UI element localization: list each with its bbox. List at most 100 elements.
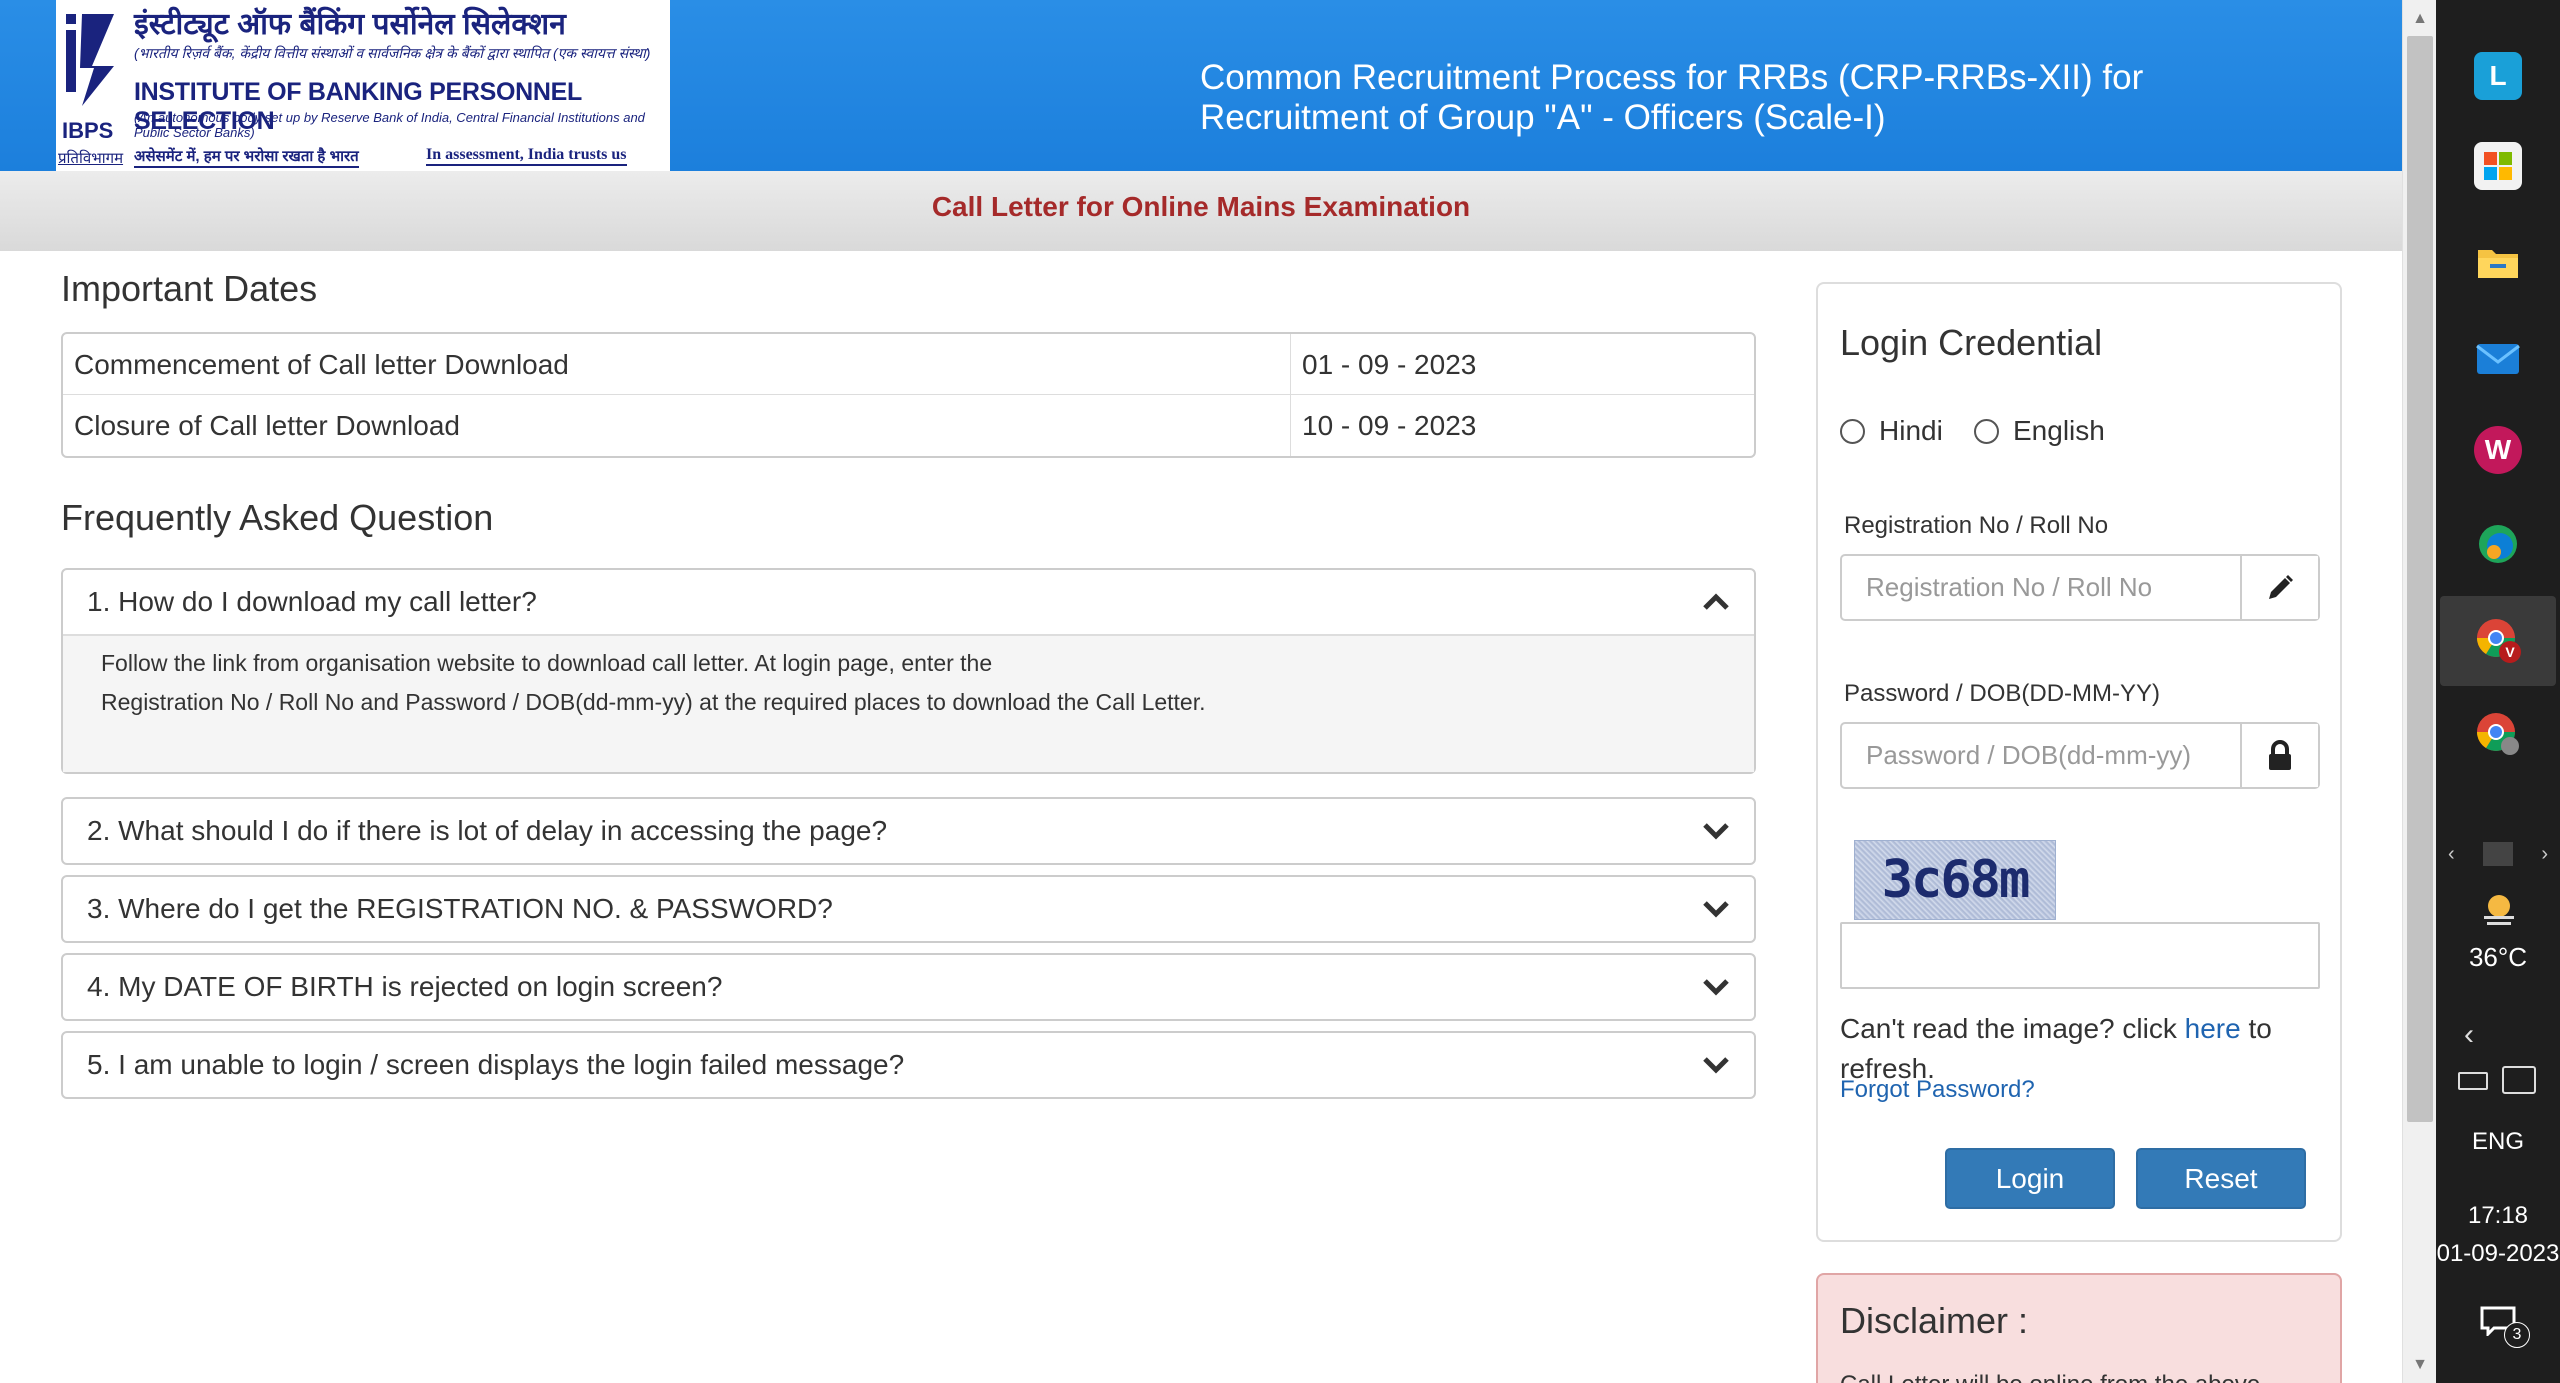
faq-question-toggle[interactable]: 3. Where do I get the REGISTRATION NO. &… (63, 877, 1754, 941)
registration-label: Registration No / Roll No (1844, 512, 2109, 539)
date-label: Commencement of Call letter Download (63, 334, 1291, 394)
captcha-image: 3c68m (1854, 840, 2056, 920)
chrome-icon[interactable] (2474, 710, 2522, 758)
faq-question-text: 3. Where do I get the REGISTRATION NO. &… (87, 893, 833, 924)
chrome-v-icon-glyph: V (2477, 619, 2521, 663)
faq-item-2: 2. What should I do if there is lot of d… (61, 797, 1756, 865)
mail-icon[interactable] (2474, 334, 2522, 382)
reset-button[interactable]: Reset (2136, 1148, 2306, 1209)
page-title-line1: Common Recruitment Process for RRBs (CRP… (1200, 58, 2144, 97)
registration-input-group (1840, 554, 2320, 621)
windows-taskbar: L W V ‹ › 36°C ‹ ENG 17:18 01-09-2023 3 (2436, 0, 2560, 1383)
chevron-down-icon (1703, 979, 1729, 996)
faq-item-3: 3. Where do I get the REGISTRATION NO. &… (61, 875, 1756, 943)
logo-tagline-hindi: असेसमेंट में, हम पर भरोसा रखता है भारत (134, 146, 359, 168)
captcha-refresh-link[interactable]: here (2185, 1013, 2241, 1044)
logo-mark-subtext: प्रतिविभागम (58, 150, 124, 167)
store-icon[interactable] (2474, 142, 2522, 190)
date-value: 01 - 09 - 2023 (1302, 349, 1477, 380)
faq-question-text: 1. How do I download my call letter? (87, 586, 537, 617)
language-radio-hindi[interactable]: Hindi (1840, 415, 1943, 447)
logo-tagline-english: In assessment, India trusts us (426, 146, 627, 166)
disclaimer-panel: Disclaimer : Call Letter will be online … (1816, 1273, 2342, 1383)
edge-icon[interactable] (2474, 520, 2522, 568)
faq-heading: Frequently Asked Question (61, 497, 494, 538)
date-value: 10 - 09 - 2023 (1302, 410, 1477, 441)
captcha-help-prefix: Can't read the image? click (1840, 1013, 2177, 1044)
weather-sun-icon[interactable] (2478, 890, 2520, 932)
battery-icon[interactable] (2458, 1072, 2488, 1090)
scroll-right-icon[interactable]: › (2541, 843, 2548, 866)
forgot-password-link[interactable]: Forgot Password? (1840, 1076, 2035, 1104)
chevron-up-icon (1703, 593, 1729, 610)
radio-circle[interactable] (1974, 418, 1999, 444)
chrome-icon-glyph (2477, 713, 2519, 755)
page-header: IBPS प्रतिविभागम इंस्टीट्यूट ऑफ बैंकिंग … (0, 0, 2402, 171)
table-row: Closure of Call letter Download 10 - 09 … (63, 395, 1754, 456)
clock-time[interactable]: 17:18 (2436, 1202, 2560, 1230)
password-input[interactable] (1842, 724, 2240, 787)
folder-icon-glyph (2478, 250, 2518, 278)
chevron-down-icon (1703, 823, 1729, 840)
login-heading: Login Credential (1840, 322, 2103, 363)
scroll-thumb[interactable] (2407, 36, 2433, 1122)
store-icon-glyph (2484, 152, 2512, 180)
faq-item-1: 1. How do I download my call letter? Fol… (61, 568, 1756, 774)
faq-item-5: 5. I am unable to login / screen display… (61, 1031, 1756, 1099)
password-label: Password / DOB(DD-MM-YY) (1844, 680, 2161, 707)
radio-label: Hindi (1879, 415, 1943, 446)
clock-date[interactable]: 01-09-2023 (2436, 1240, 2560, 1268)
registration-addon (2240, 556, 2318, 619)
logo-autonomous-note: (An autonomous body set up by Reserve Ba… (134, 110, 645, 140)
logo-ibps-text: IBPS (62, 118, 114, 143)
captcha-input[interactable] (1840, 922, 2320, 989)
password-input-group (1840, 722, 2320, 789)
faq-answer-line2: Registration No / Roll No and Password /… (101, 689, 1206, 715)
language-radio-english[interactable]: English (1974, 415, 2105, 447)
login-button[interactable]: Login (1945, 1148, 2115, 1209)
chrome-v-icon[interactable]: V (2474, 616, 2522, 664)
disclaimer-text: Call Letter will be online from the abov… (1840, 1371, 2320, 1383)
folder-icon[interactable] (2474, 238, 2522, 286)
scroll-up-arrow-icon[interactable]: ▲ (2403, 4, 2436, 34)
radio-circle[interactable] (1840, 418, 1865, 444)
page-title: Common Recruitment Process for RRBs (CRP… (1200, 58, 2300, 138)
w-icon[interactable]: W (2474, 426, 2522, 474)
faq-question-toggle[interactable]: 5. I am unable to login / screen display… (63, 1033, 1754, 1097)
radio-label: English (2013, 415, 2105, 446)
faq-answer-line1: Follow the link from organisation websit… (101, 650, 993, 676)
page-title-line2: Recruitment of Group "A" - Officers (Sca… (1200, 98, 1886, 137)
faq-item-4: 4. My DATE OF BIRTH is rejected on login… (61, 953, 1756, 1021)
taskbar-app-l-icon[interactable]: L (2474, 52, 2522, 100)
pencil-icon (2269, 574, 2293, 599)
faq-question-toggle[interactable]: 2. What should I do if there is lot of d… (63, 799, 1754, 863)
logo-hindi-subtitle: (भारतीय रिज़र्व बैंक, केंद्रीय वित्तीय स… (134, 45, 651, 61)
scroll-left-icon[interactable]: ‹ (2448, 843, 2455, 866)
input-language[interactable]: ENG (2436, 1128, 2560, 1156)
network-icon[interactable] (2502, 1066, 2536, 1094)
logo-hindi-name: इंस्टीट्यूट ऑफ बैंकिंग पर्सोनेल सिलेक्शन (134, 8, 566, 41)
faq-question-text: 4. My DATE OF BIRTH is rejected on login… (87, 971, 723, 1002)
notification-count-badge: 3 (2504, 1322, 2530, 1348)
login-panel: Login Credential Hindi English Registrat… (1816, 282, 2342, 1242)
edge-icon-glyph (2479, 525, 2517, 563)
subheader-bar: Call Letter for Online Mains Examination (0, 171, 2402, 251)
faq-question-text: 2. What should I do if there is lot of d… (87, 815, 888, 846)
weather-temperature[interactable]: 36°C (2436, 942, 2560, 973)
chevron-down-icon (1703, 901, 1729, 918)
browser-viewport: IBPS प्रतिविभागम इंस्टीट्यूट ऑफ बैंकिंग … (0, 0, 2436, 1383)
date-label: Closure of Call letter Download (63, 395, 1291, 456)
show-hidden-icons-chevron-icon[interactable]: ‹ (2464, 1018, 2474, 1052)
important-dates-heading: Important Dates (61, 268, 318, 309)
registration-input[interactable] (1842, 556, 2240, 619)
svg-text:V: V (2505, 644, 2515, 660)
important-dates-table: Commencement of Call letter Download 01 … (61, 332, 1756, 458)
password-addon (2240, 724, 2318, 787)
faq-question-toggle[interactable]: 4. My DATE OF BIRTH is rejected on login… (63, 955, 1754, 1019)
taskbar-scroller-thumb[interactable] (2483, 842, 2513, 866)
table-row: Commencement of Call letter Download 01 … (63, 334, 1754, 395)
vertical-scrollbar[interactable]: ▲ ▼ (2402, 0, 2436, 1383)
faq-question-toggle[interactable]: 1. How do I download my call letter? (63, 570, 1754, 634)
taskbar-scroller[interactable]: ‹ › (2436, 838, 2560, 870)
scroll-down-arrow-icon[interactable]: ▼ (2403, 1350, 2436, 1380)
